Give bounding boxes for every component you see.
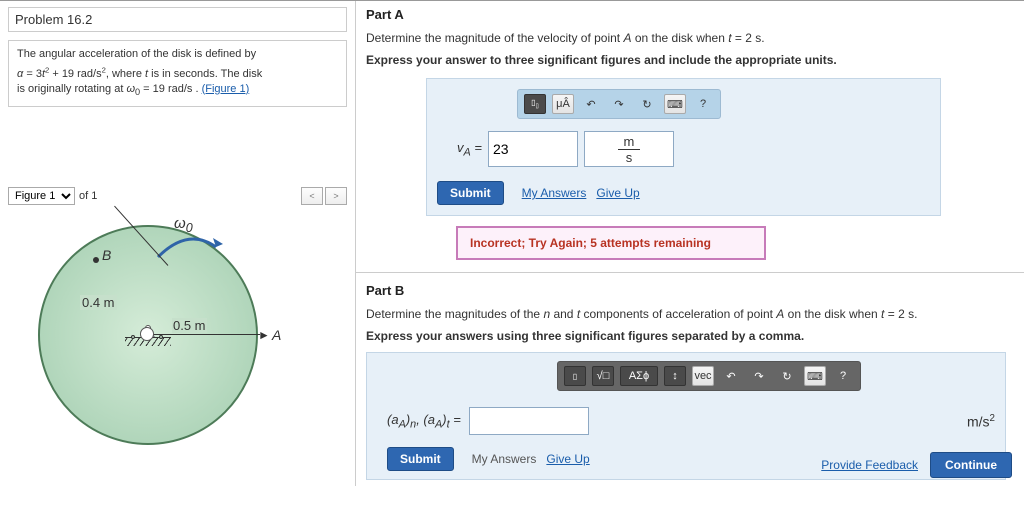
- part-a-feedback: Incorrect; Try Again; 5 attempts remaini…: [456, 226, 766, 260]
- help-button-b[interactable]: ?: [832, 366, 854, 386]
- sqrt-button[interactable]: √□: [592, 366, 614, 386]
- part-b-heading: Part B: [366, 283, 1014, 298]
- figure-next-button[interactable]: >: [325, 187, 347, 205]
- redo-button-b[interactable]: ↷: [748, 366, 770, 386]
- separator: [356, 272, 1024, 273]
- keyboard-button[interactable]: ⌨: [664, 94, 686, 114]
- templates-button-b[interactable]: ▯: [564, 366, 586, 386]
- provide-feedback-link[interactable]: Provide Feedback: [821, 458, 918, 472]
- undo-button-b[interactable]: ↶: [720, 366, 742, 386]
- disk-center: [140, 327, 154, 341]
- part-b-my-answers-text[interactable]: My Answers: [472, 452, 537, 466]
- part-a-heading: Part A: [366, 7, 1014, 22]
- right-panel: Part A Determine the magnitude of the ve…: [355, 1, 1024, 486]
- part-b-submit-button[interactable]: Submit: [387, 447, 454, 471]
- part-a-var-label: vA =: [457, 140, 482, 159]
- part-b-give-up-link[interactable]: Give Up: [546, 452, 589, 466]
- part-a-question: Determine the magnitude of the velocity …: [366, 30, 1014, 46]
- undo-button[interactable]: ↶: [580, 94, 602, 114]
- part-a-submit-button[interactable]: Submit: [437, 181, 504, 205]
- unit-denominator: s: [626, 150, 633, 165]
- figure-diagram: ω0 B 0.4 m 0.5 m ► A: [8, 215, 308, 455]
- updown-button[interactable]: ↕: [664, 366, 686, 386]
- part-a-input-block: ▯▯ μÂ ↶ ↷ ↻ ⌨ ? vA = m s: [426, 78, 941, 216]
- unit-numerator: m: [618, 134, 641, 150]
- part-a-give-up-link[interactable]: Give Up: [596, 186, 639, 200]
- continue-button[interactable]: Continue: [930, 452, 1012, 478]
- redo-button[interactable]: ↷: [608, 94, 630, 114]
- roller-label: 0.5 m: [172, 318, 207, 333]
- part-b-toolbar: ▯ √□ ΑΣϕ ↕ vec ↶ ↷ ↻ ⌨ ?: [557, 361, 861, 391]
- part-b-question: Determine the magnitudes of the n and t …: [366, 306, 1014, 322]
- part-b-value-input[interactable]: [469, 407, 589, 435]
- reset-button-b[interactable]: ↻: [776, 366, 798, 386]
- arrow-a-icon: ►: [258, 328, 270, 342]
- part-a-value-input[interactable]: [488, 131, 578, 167]
- figure-prev-button[interactable]: <: [301, 187, 323, 205]
- footer-row: Provide Feedback Continue: [821, 452, 1012, 478]
- templates-button[interactable]: ▯▯: [524, 94, 546, 114]
- figure-of-label: of 1: [77, 190, 99, 202]
- part-a-my-answers-link[interactable]: My Answers: [522, 186, 587, 200]
- part-b-instruction: Express your answers using three signifi…: [366, 328, 1014, 344]
- part-a-instruction: Express your answer to three significant…: [366, 52, 1014, 68]
- greek-button[interactable]: ΑΣϕ: [620, 366, 658, 386]
- problem-description: The angular acceleration of the disk is …: [8, 40, 347, 107]
- part-b-unit: m/s2: [967, 413, 995, 430]
- vec-button[interactable]: vec: [692, 366, 714, 386]
- part-a-answer-row: vA = m s: [457, 129, 930, 169]
- left-panel: Problem 16.2 The angular acceleration of…: [0, 1, 355, 461]
- part-a-submit-row: Submit My Answers Give Up: [437, 177, 930, 205]
- point-b-dot: [93, 257, 99, 263]
- help-button[interactable]: ?: [692, 94, 714, 114]
- figure-link[interactable]: (Figure 1): [202, 83, 250, 95]
- figure-select[interactable]: Figure 1: [8, 187, 75, 205]
- part-b-var-label: (aA)n, (aA)t =: [387, 412, 461, 431]
- part-a-unit-box[interactable]: m s: [584, 131, 674, 167]
- units-button[interactable]: μÂ: [552, 94, 574, 114]
- part-a-toolbar: ▯▯ μÂ ↶ ↷ ↻ ⌨ ?: [517, 89, 721, 119]
- reset-button[interactable]: ↻: [636, 94, 658, 114]
- problem-title: Problem 16.2: [8, 7, 347, 32]
- radius-label: 0.4 m: [80, 295, 117, 310]
- figure-selector-row: Figure 1 of 1 < >: [8, 187, 347, 205]
- keyboard-button-b[interactable]: ⌨: [804, 366, 826, 386]
- point-b-label: B: [102, 247, 111, 263]
- omega-label: ω0: [174, 215, 193, 235]
- point-a-label: A: [272, 327, 281, 343]
